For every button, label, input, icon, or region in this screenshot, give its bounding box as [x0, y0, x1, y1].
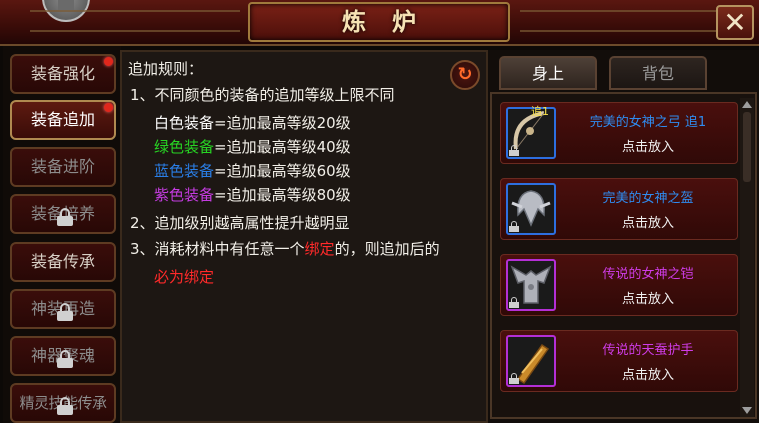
blue-equipment-label: 蓝色装备	[154, 162, 215, 180]
green-level-text: =追加最高等级40级	[214, 138, 351, 156]
blue-level-text: =追加最高等级60级	[214, 162, 351, 180]
purple-level-text: =追加最高等级80级	[214, 186, 351, 204]
left-nav: 装备强化 装备追加 装备进阶 装备培养 装备传承 神装再造 神器聚魂 精灵技能传…	[3, 46, 121, 423]
nav-item-soul[interactable]: 神器聚魂	[10, 336, 116, 376]
lock-icon	[57, 350, 73, 368]
rule-2: 2、追加级别越高属性提升越明显	[130, 214, 350, 232]
item-list[interactable]: 追1 完美的女神之弓 追1 点击放入 完美的女神之盔 点击放入 传说的女神之铠 …	[490, 92, 757, 419]
item-name: 完美的女神之盔	[602, 191, 694, 206]
nav-item-label: 装备追加	[30, 110, 95, 129]
nav-item-inherit[interactable]: 装备传承	[10, 242, 116, 282]
green-equipment-label: 绿色装备	[154, 138, 215, 156]
rule-3-text-b: 的，则追加后的	[334, 240, 440, 258]
rule-purple: 紫色装备=追加最高等级80级	[154, 184, 351, 205]
notification-dot-icon	[104, 57, 113, 66]
item-action: 点击放入	[621, 292, 674, 307]
nav-item-label: 装备强化	[30, 64, 95, 83]
lock-icon	[57, 397, 73, 415]
rule-3-text-a: 3、消耗材料中有任意一个	[130, 240, 305, 258]
nav-item-spirit-skill[interactable]: 精灵技能传承	[10, 383, 116, 423]
item-list-scrollbar[interactable]	[740, 98, 754, 417]
rules-panel: 追加规则： 1、不同颜色的装备的追加等级上限不同 白色装备=追加最高等级20级 …	[120, 50, 488, 423]
refresh-button[interactable]: ↻	[450, 60, 480, 90]
rule-3: 3、消耗材料中有任意一个绑定的，则追加后的	[130, 238, 440, 259]
purple-equipment-label: 紫色装备	[154, 186, 215, 204]
bound-lock-icon	[509, 221, 519, 232]
close-icon: ✕	[723, 6, 747, 39]
bound-lock-icon	[509, 373, 519, 384]
nav-item-label: 装备传承	[30, 252, 95, 271]
rule-green: 绿色装备=追加最高等级40级	[154, 136, 351, 157]
lock-icon	[57, 208, 73, 226]
white-equipment-label: 白色装备	[154, 114, 215, 132]
bound-lock-icon	[509, 145, 519, 156]
notification-dot-icon	[104, 103, 113, 112]
item-action: 点击放入	[621, 140, 674, 155]
title-ornament-right	[520, 10, 730, 32]
append-level-badge: 追1	[531, 105, 549, 118]
list-item[interactable]: 完美的女神之盔 点击放入	[500, 178, 738, 240]
title-bar: 炼炉 ✕	[0, 0, 759, 46]
white-level-text: =追加最高等级20级	[214, 114, 351, 132]
list-item[interactable]: 传说的天蚕护手 点击放入	[500, 330, 738, 392]
item-action: 点击放入	[621, 216, 674, 231]
scroll-thumb[interactable]	[743, 112, 751, 182]
list-item[interactable]: 传说的女神之铠 点击放入	[500, 254, 738, 316]
gauntlet-icon[interactable]	[506, 335, 556, 387]
rule-3-tail: 必为绑定	[154, 268, 215, 286]
nav-item-append[interactable]: 装备追加	[10, 100, 116, 140]
scroll-up-icon[interactable]	[742, 101, 752, 108]
nav-item-strengthen[interactable]: 装备强化	[10, 54, 116, 94]
title-plaque: 炼炉	[248, 2, 510, 42]
inventory-panel: 身上 背包 追1 完美的女神之弓 追1 点击放入 完美的女神之盔 点击放入 传说…	[488, 50, 759, 423]
item-name: 传说的女神之铠	[602, 267, 694, 282]
rule-white: 白色装备=追加最高等级20级	[154, 112, 351, 133]
rules-heading: 追加规则：	[128, 60, 204, 78]
bound-lock-icon	[509, 297, 519, 308]
helmet-icon[interactable]	[506, 183, 556, 235]
refresh-icon: ↻	[457, 64, 473, 85]
scroll-down-icon[interactable]	[742, 407, 752, 414]
nav-item-remake[interactable]: 神装再造	[10, 289, 116, 329]
tab-equipped[interactable]: 身上	[499, 56, 597, 90]
item-name: 完美的女神之弓 追1	[589, 115, 707, 130]
window-title: 炼炉	[342, 8, 442, 36]
item-name: 传说的天蚕护手	[602, 343, 694, 358]
nav-item-cultivate[interactable]: 装备培养	[10, 194, 116, 234]
lock-icon	[57, 303, 73, 321]
item-action: 点击放入	[621, 368, 674, 383]
nav-item-advance[interactable]: 装备进阶	[10, 147, 116, 187]
close-button[interactable]: ✕	[716, 5, 754, 40]
title-ornament-left	[30, 10, 240, 32]
nav-item-label: 装备进阶	[30, 157, 95, 176]
rule-3-bound: 绑定	[304, 240, 335, 258]
tab-bag[interactable]: 背包	[609, 56, 707, 90]
list-item[interactable]: 追1 完美的女神之弓 追1 点击放入	[500, 102, 738, 164]
rule-1: 1、不同颜色的装备的追加等级上限不同	[130, 86, 395, 104]
armor-icon[interactable]	[506, 259, 556, 311]
rule-blue: 蓝色装备=追加最高等级60级	[154, 160, 351, 181]
